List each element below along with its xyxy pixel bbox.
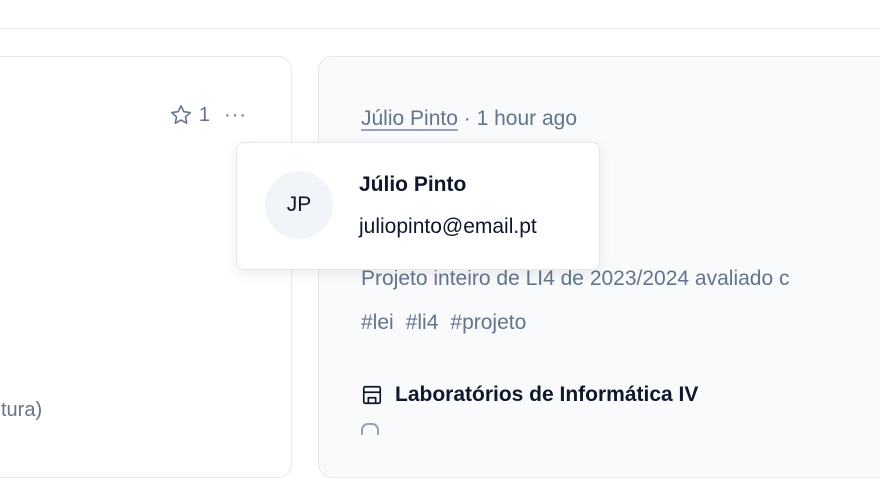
post-meta: Júlio Pinto · 1 hour ago (361, 107, 577, 131)
more-options-icon[interactable]: ··· (224, 105, 247, 125)
meta-separator: · (463, 107, 471, 130)
author-link[interactable]: Júlio Pinto (361, 107, 458, 130)
top-bar (0, 0, 880, 29)
course-building-icon (362, 385, 382, 405)
star-button[interactable]: 1 (169, 103, 210, 127)
card-actions: 1 ··· (169, 103, 247, 127)
star-count: 1 (198, 103, 211, 126)
card-text-snippet: tura) (1, 399, 43, 421)
course-name: Laboratórios de Informática IV (395, 383, 699, 406)
avatar: JP (265, 171, 333, 239)
user-name: Júlio Pinto (359, 173, 467, 196)
star-icon (170, 105, 191, 124)
location-icon (361, 423, 379, 435)
course-link[interactable]: Laboratórios de Informática IV (361, 383, 698, 407)
user-hover-card: JP Júlio Pinto juliopinto@email.pt (236, 142, 600, 270)
post-description: Projeto inteiro de LI4 de 2023/2024 aval… (361, 267, 790, 290)
post-time: 1 hour ago (476, 107, 577, 130)
tag-list: #lei #li4 #projeto (361, 311, 526, 335)
user-email: juliopinto@email.pt (359, 215, 537, 238)
tag-projeto[interactable]: #projeto (450, 311, 526, 335)
tag-li4[interactable]: #li4 (406, 311, 439, 335)
tag-lei[interactable]: #lei (361, 311, 394, 335)
